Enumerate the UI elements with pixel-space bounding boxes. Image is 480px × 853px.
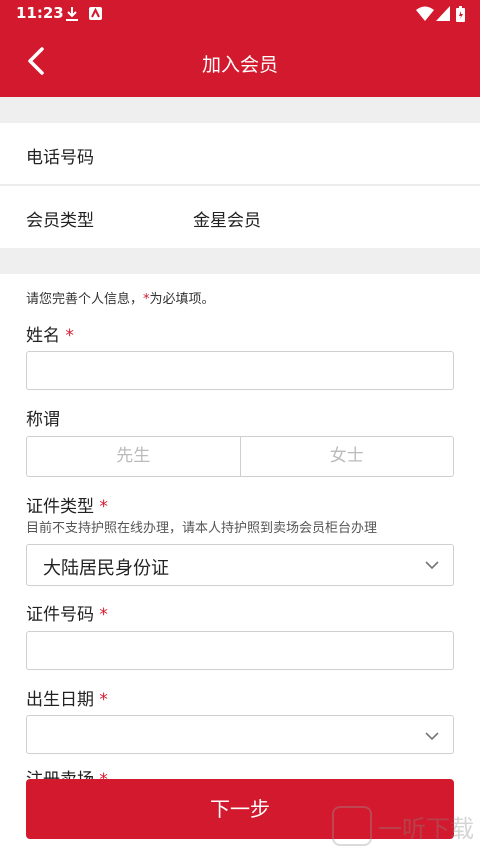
hint-text: 为必填项。 bbox=[149, 292, 215, 307]
section-spacer bbox=[0, 97, 480, 123]
id-type-value: 大陆居民身份证 bbox=[43, 558, 169, 579]
id-type-label: 证件类型 * bbox=[26, 492, 108, 517]
title-label: 称谓 bbox=[26, 410, 60, 430]
member-type-value: 金星会员 bbox=[193, 211, 261, 231]
status-time: 11:23 bbox=[16, 4, 64, 22]
watermark-logo-icon bbox=[332, 806, 372, 846]
chevron-down-icon bbox=[425, 732, 439, 741]
chevron-down-icon bbox=[425, 561, 439, 570]
id-number-input[interactable] bbox=[26, 631, 454, 670]
member-type-row: 会员类型 金星会员 bbox=[0, 186, 480, 248]
title-option-ms[interactable]: 女士 bbox=[239, 437, 454, 476]
id-type-label-text: 证件类型 bbox=[26, 497, 94, 517]
required-mark: * bbox=[99, 690, 108, 710]
watermark-text: 一听下载 bbox=[378, 814, 474, 843]
watermark: 一听下载 bbox=[332, 804, 474, 848]
download-icon bbox=[66, 7, 78, 21]
name-input[interactable] bbox=[26, 351, 454, 390]
birth-date-label: 出生日期 * bbox=[26, 685, 108, 710]
name-label: 姓名 * bbox=[26, 321, 74, 346]
app-notification-icon bbox=[89, 7, 102, 20]
form-hint: 请您完善个人信息，*为必填项。 bbox=[26, 288, 215, 307]
phone-label: 电话号码 bbox=[26, 148, 94, 168]
id-number-label: 证件号码 * bbox=[26, 600, 108, 625]
signal-icon bbox=[436, 6, 450, 21]
required-mark: * bbox=[99, 605, 108, 625]
section-spacer bbox=[0, 248, 480, 274]
birth-date-label-text: 出生日期 bbox=[26, 690, 94, 710]
id-type-note: 目前不支持护照在线办理，请本人持护照到卖场会员柜台办理 bbox=[26, 521, 378, 536]
hint-text: 请您完善个人信息， bbox=[26, 292, 144, 307]
required-mark: * bbox=[65, 326, 74, 346]
status-bar: 11:23 bbox=[0, 0, 480, 28]
required-mark: * bbox=[99, 497, 108, 517]
page-title: 加入会员 bbox=[201, 54, 278, 76]
id-number-label-text: 证件号码 bbox=[26, 605, 94, 625]
app-bar: 加入会员 bbox=[0, 28, 480, 97]
id-type-select[interactable]: 大陆居民身份证 bbox=[26, 544, 454, 586]
phone-row: 电话号码 bbox=[0, 123, 480, 185]
member-type-label: 会员类型 bbox=[26, 211, 94, 231]
title-selector: 先生 女士 bbox=[26, 436, 454, 477]
wifi-icon bbox=[416, 6, 434, 21]
title-option-mr[interactable]: 先生 bbox=[27, 437, 240, 476]
battery-icon bbox=[456, 6, 465, 22]
name-label-text: 姓名 bbox=[26, 326, 60, 346]
birth-date-select[interactable] bbox=[26, 715, 454, 754]
